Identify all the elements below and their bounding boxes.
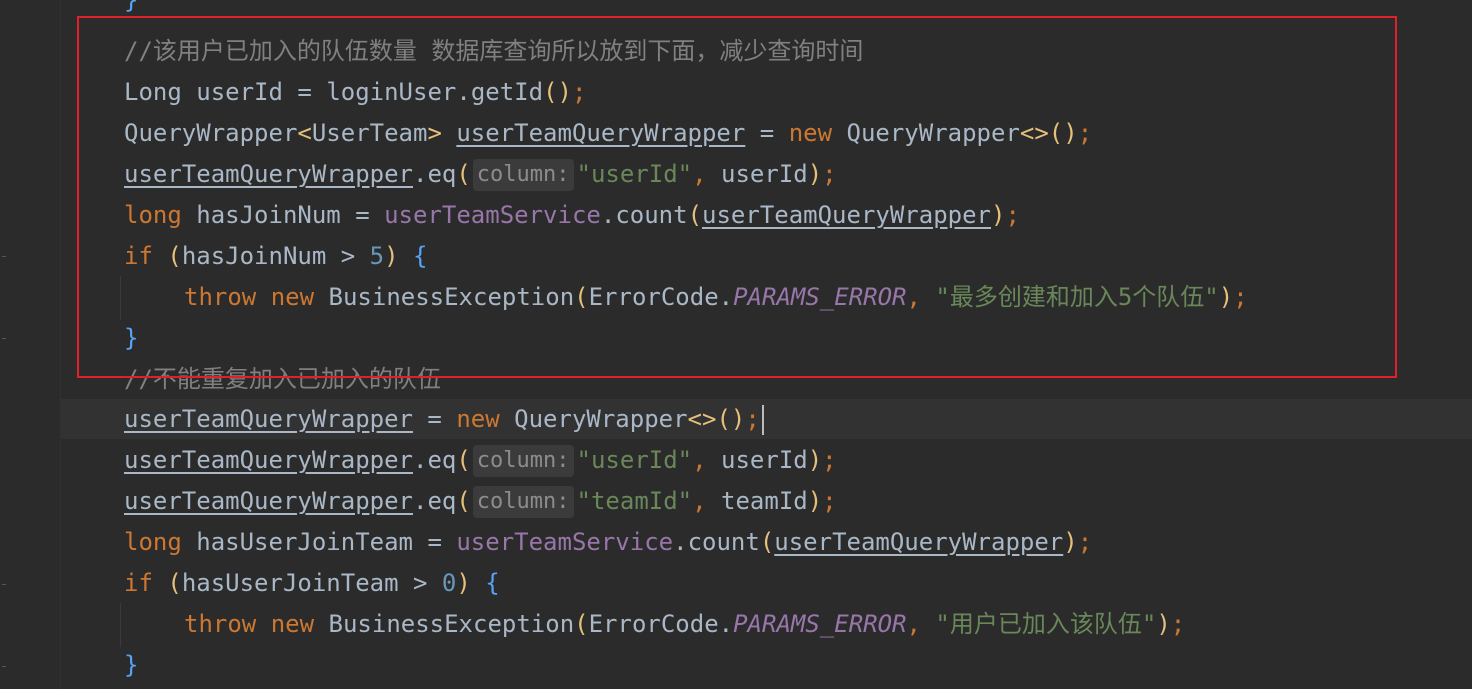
number-literal: 0: [441, 569, 457, 597]
variable: userTeamQueryWrapper: [702, 201, 991, 229]
text-caret: [761, 405, 764, 435]
code-line: if (hasUserJoinTeam > 0) {: [124, 569, 500, 597]
variable: userTeamQueryWrapper: [124, 487, 413, 515]
variable: hasUserJoinTeam: [196, 528, 413, 556]
variable: hasJoinNum: [181, 242, 327, 270]
variable: hasJoinNum: [196, 201, 341, 229]
keyword: throw: [184, 283, 257, 311]
class-name: QueryWrapper: [846, 119, 1020, 147]
method: eq: [427, 160, 457, 188]
number-literal: 5: [369, 242, 385, 270]
variable: userTeamQueryWrapper: [124, 446, 413, 474]
comment: //不能重复加入已加入的队伍: [124, 365, 441, 393]
brace: }: [124, 0, 139, 14]
string-literal: "userId": [576, 160, 693, 188]
keyword: if: [124, 569, 153, 597]
variable: userId: [721, 446, 808, 474]
class-name: ErrorCode: [588, 283, 719, 311]
variable: teamId: [721, 487, 808, 515]
type-keyword: Long: [124, 78, 182, 106]
class-name: QueryWrapper: [514, 405, 688, 433]
keyword: if: [124, 242, 153, 270]
code-line: }: [124, 0, 138, 21]
method: getId: [470, 78, 544, 106]
variable: hasUserJoinTeam: [181, 569, 399, 597]
method: count: [615, 201, 688, 229]
keyword: new: [788, 119, 833, 147]
variable: userTeamQueryWrapper: [456, 119, 746, 147]
field: userTeamService: [384, 201, 601, 229]
code-editor[interactable]: } //该用户已加入的队伍数量 数据库查询所以放到下面，减少查询时间 Long …: [0, 0, 1472, 689]
method: eq: [427, 487, 457, 515]
method: count: [687, 528, 760, 556]
constant: PARAMS_ERROR: [733, 283, 907, 311]
keyword: new: [270, 283, 315, 311]
class-name: BusinessException: [328, 610, 575, 638]
string-literal: "最多创建和加入5个队伍": [935, 283, 1219, 311]
variable: userId: [196, 78, 283, 106]
parameter-hint: column:: [472, 486, 574, 518]
comment: //该用户已加入的队伍数量 数据库查询所以放到下面，减少查询时间: [124, 37, 864, 65]
constant: PARAMS_ERROR: [733, 610, 907, 638]
keyword: new: [456, 405, 500, 433]
code-line: if (hasJoinNum > 5) {: [124, 242, 428, 270]
keyword: new: [270, 610, 315, 638]
code-line: long hasJoinNum = userTeamService.count(…: [124, 201, 1020, 229]
code-line: long hasUserJoinTeam = userTeamService.c…: [124, 528, 1093, 556]
method: eq: [427, 446, 457, 474]
code-line: Long userId = loginUser.getId();: [124, 78, 587, 106]
variable: loginUser: [326, 78, 457, 106]
code-line: //不能重复加入已加入的队伍: [124, 359, 441, 400]
code-line: userTeamQueryWrapper.eq(column: "userId",…: [124, 154, 837, 195]
class-name: ErrorCode: [588, 610, 719, 638]
code-line: QueryWrapper<UserTeam> userTeamQueryWrap…: [124, 119, 1093, 147]
code-line: throw new BusinessException(ErrorCode.PA…: [184, 283, 1248, 311]
class-name: BusinessException: [328, 283, 575, 311]
code-line: throw new BusinessException(ErrorCode.PA…: [184, 610, 1186, 638]
keyword: throw: [184, 610, 257, 638]
class-name: UserTeam: [311, 119, 428, 147]
string-literal: "userId": [576, 446, 693, 474]
code-line: userTeamQueryWrapper.eq(column: "teamId",…: [124, 481, 837, 522]
field: userTeamService: [456, 528, 674, 556]
keyword: long: [124, 201, 182, 229]
variable: userId: [721, 160, 808, 188]
string-literal: "用户已加入该队伍": [935, 610, 1157, 638]
code-line-current[interactable]: userTeamQueryWrapper = new QueryWrapper<…: [124, 399, 764, 440]
parameter-hint: column:: [472, 445, 574, 477]
code-line: userTeamQueryWrapper.eq(column: "userId",…: [124, 440, 837, 481]
code-line: //该用户已加入的队伍数量 数据库查询所以放到下面，减少查询时间: [124, 31, 863, 72]
keyword: long: [124, 528, 182, 556]
variable: userTeamQueryWrapper: [774, 528, 1064, 556]
code-line: }: [124, 324, 139, 352]
variable: userTeamQueryWrapper: [124, 405, 413, 433]
class-name: QueryWrapper: [124, 119, 298, 147]
code-line: }: [124, 651, 139, 679]
variable: userTeamQueryWrapper: [124, 160, 413, 188]
string-literal: "teamId": [576, 487, 693, 515]
parameter-hint: column:: [472, 159, 574, 191]
